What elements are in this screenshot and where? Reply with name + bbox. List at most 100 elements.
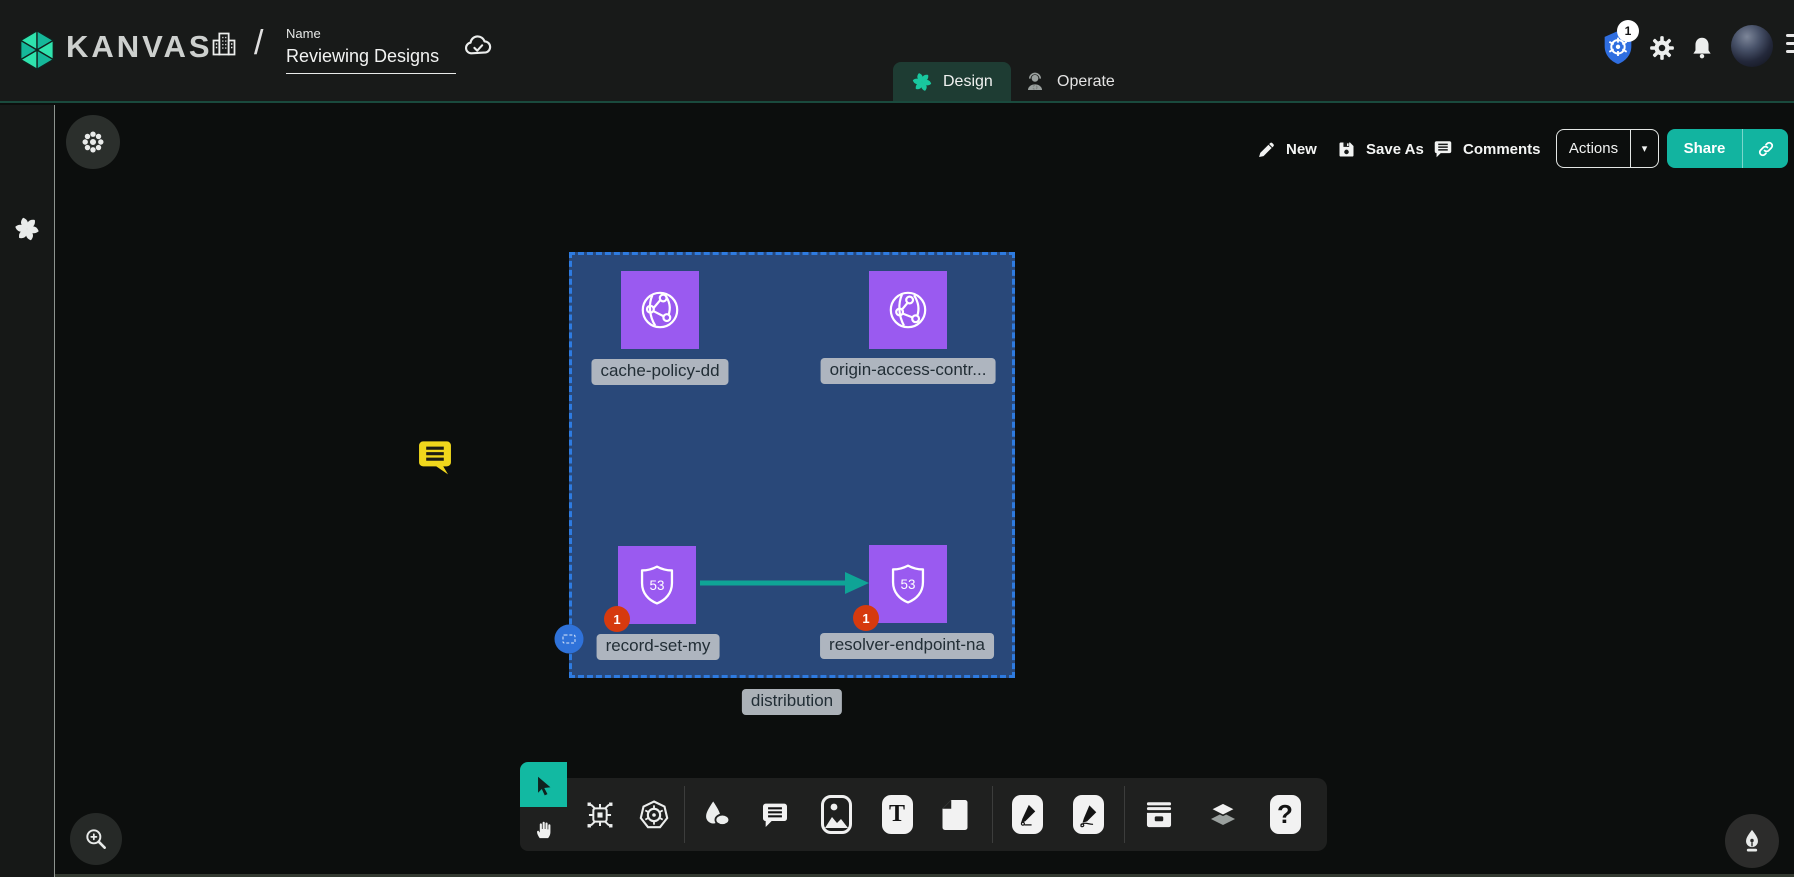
cloudfront-globe-icon — [884, 286, 932, 334]
chip-icon — [583, 798, 617, 832]
tab-operate[interactable]: Operate — [1005, 62, 1133, 101]
selection-frame-handle[interactable] — [555, 625, 584, 654]
comment-bubble-icon — [413, 434, 457, 480]
breadcrumb-slash: / — [254, 24, 263, 63]
flower-spinner-icon — [80, 129, 106, 155]
node-origin-access-control[interactable] — [869, 271, 947, 349]
logo-wordmark: KANVAS — [66, 29, 213, 65]
sticky-note-icon — [940, 797, 970, 833]
pen-nib-icon — [1738, 827, 1766, 855]
node-label-cache-policy[interactable]: cache-policy-dd — [591, 359, 728, 385]
question-mark-icon: ? — [1270, 795, 1301, 834]
tool-shapes-button[interactable] — [693, 778, 741, 851]
pen-mode-button[interactable] — [1725, 814, 1779, 868]
layers-icon — [1206, 798, 1240, 832]
tab-operate-label: Operate — [1057, 73, 1115, 91]
notifications-bell-icon[interactable] — [1688, 33, 1716, 63]
tool-kubernetes-button[interactable] — [630, 778, 678, 851]
left-sidebar: > — [0, 105, 55, 877]
zoom-in-button[interactable] — [70, 813, 122, 865]
save-as-button-label: Save As — [1366, 141, 1424, 158]
tool-help-button[interactable]: ? — [1261, 778, 1309, 851]
text-tool-icon: T — [882, 795, 913, 834]
tab-design[interactable]: Design — [893, 62, 1011, 101]
tab-design-label: Design — [943, 73, 993, 91]
link-icon — [1756, 139, 1776, 159]
tool-select-button[interactable] — [520, 762, 567, 807]
name-field-label: Name — [286, 26, 456, 41]
comment-tool-icon — [759, 799, 791, 831]
notification-count-badge: 1 — [1617, 20, 1639, 42]
node-label-resolver-endpoint[interactable]: resolver-endpoint-na — [820, 633, 994, 659]
shapes-icon — [700, 798, 734, 832]
tool-archive-button[interactable] — [1135, 778, 1183, 851]
connection-arrow[interactable] — [698, 569, 872, 597]
organization-icon[interactable] — [210, 29, 238, 59]
hand-pan-icon — [533, 817, 555, 841]
tool-comment-button[interactable] — [751, 778, 799, 851]
canvas-comment-marker[interactable] — [413, 434, 457, 480]
node-label-record-set[interactable]: record-set-my — [597, 634, 720, 660]
toolbar-divider — [684, 786, 685, 843]
route53-shield-icon: 53 — [634, 562, 680, 608]
loading-spinner — [66, 115, 120, 169]
design-name-field: Name — [286, 26, 456, 74]
pencil-draw-icon — [1073, 795, 1104, 834]
resolver-endpoint-error-badge[interactable]: 1 — [853, 605, 879, 631]
node-cache-policy[interactable] — [621, 271, 699, 349]
tool-aws-components-button[interactable] — [576, 778, 624, 851]
bottom-toolbar: T — [567, 778, 1327, 851]
pointer-tools-column — [520, 762, 567, 851]
user-avatar[interactable] — [1731, 25, 1773, 67]
archive-drawer-icon — [1142, 798, 1176, 832]
tool-text-button[interactable]: T — [873, 778, 921, 851]
route53-shield-icon: 53 — [885, 561, 931, 607]
tool-layers-button[interactable] — [1199, 778, 1247, 851]
cursor-arrow-icon — [533, 774, 555, 796]
actions-button-label: Actions — [1557, 140, 1630, 157]
new-button[interactable]: New — [1256, 132, 1317, 166]
node-resolver-endpoint[interactable]: 53 — [869, 545, 947, 623]
group-label-distribution[interactable]: distribution — [742, 689, 842, 715]
toolbar-divider — [1124, 786, 1125, 843]
new-button-label: New — [1286, 141, 1317, 158]
cloudfront-globe-icon — [636, 286, 684, 334]
zoom-in-icon — [83, 826, 109, 852]
tool-note-button[interactable] — [931, 778, 979, 851]
share-button-label: Share — [1667, 140, 1742, 157]
comments-button[interactable]: Comments — [1432, 132, 1541, 166]
tool-pan-button[interactable] — [520, 807, 567, 851]
save-as-button[interactable]: Save As — [1336, 132, 1424, 166]
tool-image-button[interactable] — [812, 778, 860, 851]
design-name-input[interactable] — [286, 44, 456, 74]
toolbar-divider — [992, 786, 993, 843]
design-pinwheel-icon — [911, 71, 933, 93]
svg-text:53: 53 — [650, 578, 665, 593]
node-record-set[interactable]: 53 — [618, 546, 696, 624]
pencil-new-icon — [1256, 139, 1277, 160]
node-label-origin-access-control[interactable]: origin-access-contr... — [821, 358, 996, 384]
copy-link-button[interactable] — [1743, 139, 1788, 159]
caret-down-icon[interactable]: ▾ — [1631, 142, 1658, 155]
cloud-sync-icon[interactable] — [460, 30, 496, 62]
settings-gear-icon[interactable] — [1647, 33, 1677, 63]
comments-button-label: Comments — [1463, 141, 1541, 158]
actions-button[interactable]: Actions ▾ — [1556, 129, 1659, 168]
sidebar-pinwheel-icon[interactable] — [13, 215, 41, 243]
pen-tool-icon — [1012, 795, 1043, 834]
kanvas-logo-icon — [14, 26, 60, 74]
frame-icon — [563, 635, 576, 644]
share-button[interactable]: Share — [1667, 129, 1788, 168]
svg-text:53: 53 — [901, 577, 916, 592]
overflow-menu-icon[interactable] — [1786, 34, 1794, 58]
app-header: KANVAS / Name — [0, 0, 1794, 103]
kubernetes-wheel-icon — [636, 797, 672, 833]
tool-pencil-button[interactable] — [1064, 778, 1112, 851]
record-set-error-badge[interactable]: 1 — [604, 606, 630, 632]
operate-headset-icon — [1023, 70, 1047, 94]
tool-pen-button[interactable] — [1003, 778, 1051, 851]
comments-bubble-icon — [1432, 138, 1454, 160]
kanvas-app: KANVAS / Name — [0, 0, 1794, 877]
save-floppy-icon — [1336, 139, 1357, 160]
image-icon — [821, 795, 852, 834]
